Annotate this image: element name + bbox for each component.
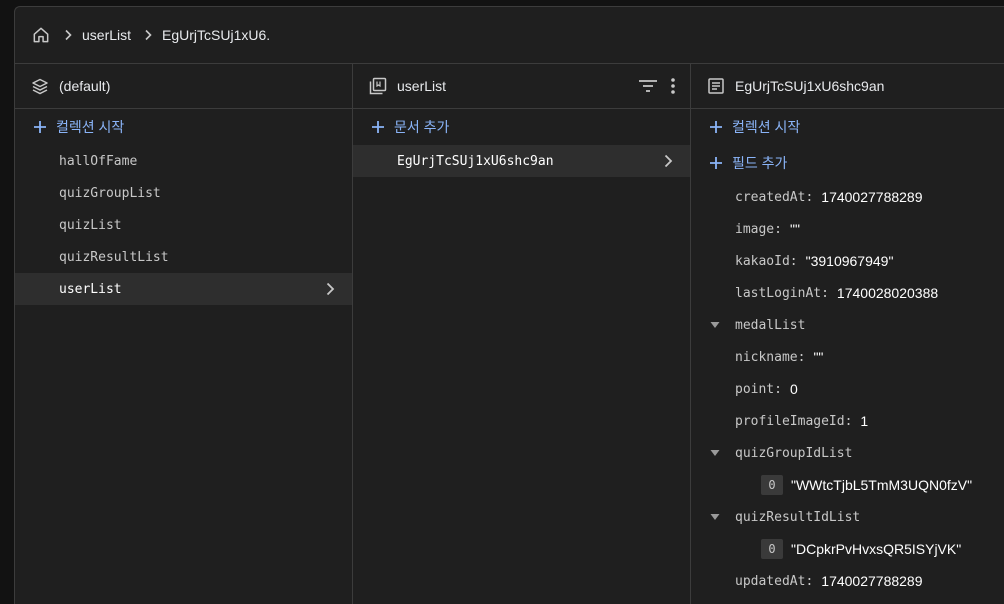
collection-item-userList[interactable]: userList <box>15 273 352 305</box>
field-row-kakaoId[interactable]: kakaoId: "3910967949" <box>691 245 1004 277</box>
start-subcollection-button[interactable]: 컬렉션 시작 <box>691 109 1004 145</box>
array-index-badge: 0 <box>761 539 783 559</box>
collection-label: quizResultList <box>59 249 169 265</box>
field-colon: : <box>821 285 829 301</box>
field-value: "3910967949" <box>805 253 894 269</box>
array-value: "WWtcTjbL5TmM3UQN0fzV" <box>791 477 973 493</box>
field-colon: : <box>774 381 782 397</box>
add-field-button[interactable]: 필드 추가 <box>691 145 1004 181</box>
field-colon: : <box>805 189 814 205</box>
collection-label: hallOfFame <box>59 153 138 169</box>
plus-icon <box>33 120 47 134</box>
database-name: (default) <box>59 78 111 94</box>
field-key: point <box>735 381 775 397</box>
collection-item-hallOfFame[interactable]: hallOfFame <box>15 145 352 177</box>
field-key: createdAt <box>735 189 806 205</box>
field-value: 1 <box>860 413 869 429</box>
add-document-label: 문서 추가 <box>394 119 450 135</box>
field-row-image[interactable]: image: "" <box>691 213 1004 245</box>
field-key: quizResultIdList <box>735 509 861 525</box>
field-key: medalList <box>735 317 806 333</box>
array-item[interactable]: 0 "WWtcTjbL5TmM3UQN0fzV" <box>691 469 1004 501</box>
expand-triangle-icon[interactable] <box>710 449 720 457</box>
expand-triangle-icon[interactable] <box>710 321 720 329</box>
field-value: 0 <box>789 381 798 397</box>
document-icon <box>707 77 725 95</box>
field-row-createdAt[interactable]: createdAt: 1740027788289 <box>691 181 1004 213</box>
plus-icon <box>709 156 723 170</box>
chevron-right-icon <box>143 29 153 41</box>
field-key: kakaoId <box>735 253 790 269</box>
document-id: EgUrjTcSUj1xU6shc9an <box>397 153 554 169</box>
array-item[interactable]: 0 "DCpkrPvHvxsQR5ISYjVK" <box>691 533 1004 565</box>
field-key: profileImageId <box>735 413 845 429</box>
document-item[interactable]: EgUrjTcSUj1xU6shc9an <box>353 145 690 177</box>
field-colon: : <box>844 413 853 429</box>
add-document-button[interactable]: 문서 추가 <box>353 109 690 145</box>
field-value: 1740027788289 <box>821 573 923 589</box>
more-vert-icon[interactable] <box>670 77 676 98</box>
breadcrumb-item-collection[interactable]: userList <box>82 27 131 43</box>
collection-label: userList <box>59 281 122 297</box>
field-colon: : <box>789 253 798 269</box>
field-row-nickname[interactable]: nickname: "" <box>691 341 1004 373</box>
field-key: image <box>735 221 775 237</box>
root-collections-column: (default) 컬렉션 시작 hallOfFame quizGroupLis… <box>15 64 353 604</box>
field-row-profileImageId[interactable]: profileImageId: 1 <box>691 405 1004 437</box>
field-colon: : <box>797 349 806 365</box>
field-row-quizGroupIdList[interactable]: quizGroupIdList <box>691 437 1004 469</box>
field-key: quizGroupIdList <box>735 445 853 461</box>
field-row-quizResultIdList[interactable]: quizResultIdList <box>691 501 1004 533</box>
breadcrumb: userList EgUrjTcSUj1xU6. <box>15 7 1004 64</box>
filter-icon[interactable] <box>638 77 658 98</box>
collection-label: quizList <box>59 217 122 233</box>
field-value: "" <box>813 349 824 365</box>
database-header: (default) <box>15 64 352 109</box>
field-colon: : <box>774 221 782 237</box>
field-key: nickname <box>735 349 798 365</box>
field-key: lastLoginAt <box>735 285 822 301</box>
chevron-right-icon <box>660 153 676 169</box>
document-header: EgUrjTcSUj1xU6shc9an <box>691 64 1004 109</box>
plus-icon <box>371 120 385 134</box>
expand-triangle-icon[interactable] <box>710 513 720 521</box>
field-row-medalList[interactable]: medalList <box>691 309 1004 341</box>
start-collection-label: 컬렉션 시작 <box>732 119 801 135</box>
home-icon[interactable] <box>31 25 51 45</box>
plus-icon <box>709 120 723 134</box>
add-field-label: 필드 추가 <box>732 155 788 171</box>
array-value: "DCpkrPvHvxsQR5ISYjVK" <box>791 541 962 557</box>
array-index-badge: 0 <box>761 475 783 495</box>
field-colon: : <box>805 573 814 589</box>
document-name: EgUrjTcSUj1xU6shc9an <box>735 78 885 94</box>
documents-column: userList 문서 추가 EgUrjTcSUj1xU6shc9an <box>353 64 691 604</box>
chevron-right-icon <box>63 29 73 41</box>
field-key: updatedAt <box>735 573 806 589</box>
field-row-updatedAt[interactable]: updatedAt: 1740027788289 <box>691 565 1004 597</box>
breadcrumb-item-document[interactable]: EgUrjTcSUj1xU6. <box>162 27 270 43</box>
firestore-panel: userList EgUrjTcSUj1xU6. (default) 컬렉션 시… <box>14 6 1004 604</box>
collection-item-quizResultList[interactable]: quizResultList <box>15 241 352 273</box>
chevron-right-icon <box>322 281 338 297</box>
field-value: 1740028020388 <box>836 285 939 301</box>
start-collection-button[interactable]: 컬렉션 시작 <box>15 109 352 145</box>
start-collection-label: 컬렉션 시작 <box>56 119 125 135</box>
field-value: "" <box>789 221 800 237</box>
collection-name: userList <box>397 78 447 94</box>
collection-icon <box>369 77 387 95</box>
collection-header: userList <box>353 64 690 109</box>
collection-item-quizGroupList[interactable]: quizGroupList <box>15 177 352 209</box>
field-value: 1740027788289 <box>821 189 923 205</box>
document-fields-column: EgUrjTcSUj1xU6shc9an 컬렉션 시작 필드 추가 create… <box>691 64 1004 604</box>
field-row-point[interactable]: point: 0 <box>691 373 1004 405</box>
field-row-lastLoginAt[interactable]: lastLoginAt: 1740028020388 <box>691 277 1004 309</box>
database-stack-icon <box>31 77 49 95</box>
collection-label: quizGroupList <box>59 185 161 201</box>
collection-item-quizList[interactable]: quizList <box>15 209 352 241</box>
